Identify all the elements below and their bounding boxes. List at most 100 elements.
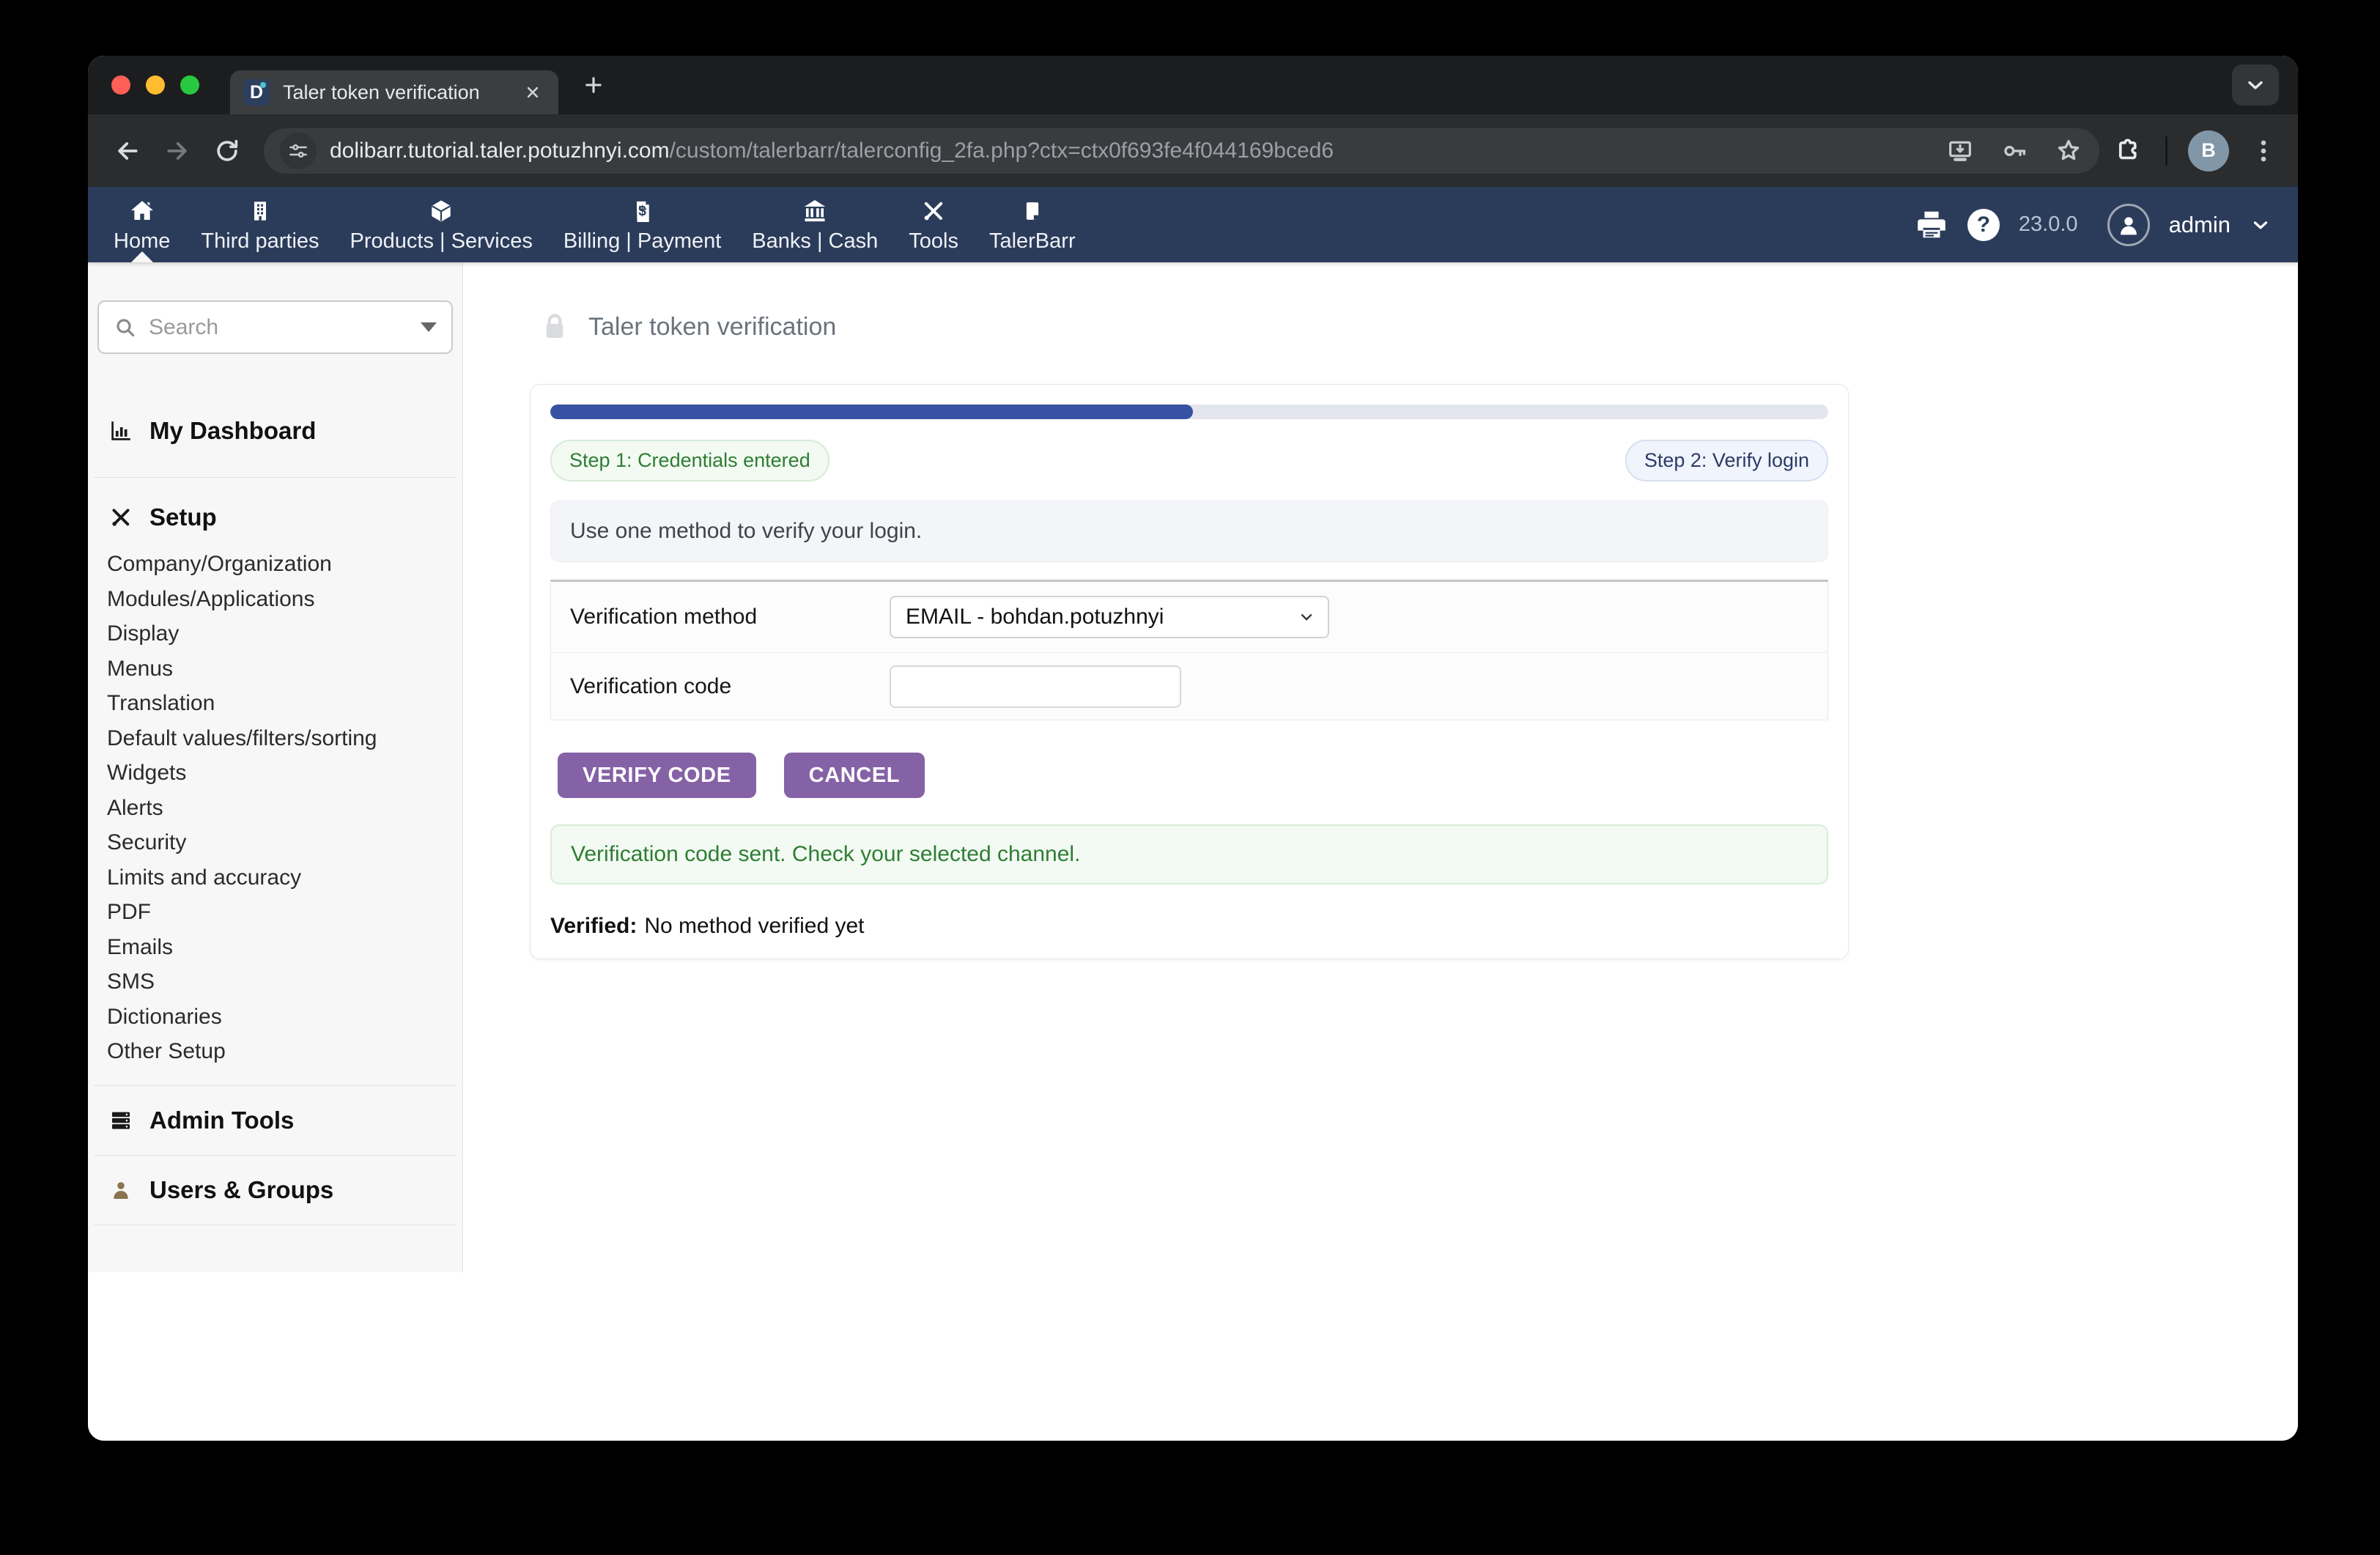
building-icon xyxy=(248,196,272,224)
verification-code-input[interactable] xyxy=(890,665,1181,708)
success-notice: Verification code sent. Check your selec… xyxy=(550,824,1828,884)
reload-button[interactable] xyxy=(208,132,246,170)
topnav-talerbarr[interactable]: TalerBarr xyxy=(974,187,1091,262)
dolibarr-top-menu: Home Third parties Products | Services $… xyxy=(88,187,2298,262)
extensions-puzzle-icon[interactable] xyxy=(2114,136,2145,166)
bank-icon xyxy=(802,196,828,224)
sidebar-item-setup[interactable]: Setup xyxy=(88,495,462,539)
left-menu-sidebar: My Dashboard Setup Company/Organization … xyxy=(88,262,463,1272)
user-avatar-icon[interactable] xyxy=(2107,204,2150,246)
search-icon xyxy=(114,316,137,339)
install-app-icon[interactable] xyxy=(1945,136,1975,166)
cancel-button[interactable]: CANCEL xyxy=(784,753,925,798)
table-row: Verification code xyxy=(551,652,1828,720)
tab-search-chevron-icon[interactable] xyxy=(2232,64,2279,106)
verification-method-select[interactable]: EMAIL - bohdan.potuzhnyi xyxy=(890,596,1329,638)
sidebar-item-company-organization[interactable]: Company/Organization xyxy=(88,547,462,582)
toolbar-separator xyxy=(2165,136,2168,166)
new-tab-button[interactable] xyxy=(577,69,610,101)
sidebar-item-security[interactable]: Security xyxy=(88,825,462,860)
sidebar-item-other-setup[interactable]: Other Setup xyxy=(88,1034,462,1069)
verification-card: Step 1: Credentials entered Step 2: Veri… xyxy=(530,384,1849,959)
sidebar-item-admin-tools[interactable]: Admin Tools xyxy=(88,1099,462,1142)
sidebar-search[interactable] xyxy=(97,300,453,354)
forward-button[interactable] xyxy=(158,132,196,170)
table-row: Verification method EMAIL - bohdan.potuz… xyxy=(551,582,1828,652)
topnav-home[interactable]: Home xyxy=(98,187,185,262)
sidebar-item-widgets[interactable]: Widgets xyxy=(88,756,462,791)
minimize-window-button[interactable] xyxy=(146,75,165,95)
sidebar-item-translation[interactable]: Translation xyxy=(88,686,462,721)
sidebar-item-limits-accuracy[interactable]: Limits and accuracy xyxy=(88,860,462,895)
bookmark-star-icon[interactable] xyxy=(2054,136,2083,166)
topnav-billing-payment[interactable]: $ Billing | Payment xyxy=(548,187,736,262)
help-icon[interactable]: ? xyxy=(1967,209,2000,241)
version-label: 23.0.0 xyxy=(2019,213,2078,237)
url-text: dolibarr.tutorial.taler.potuzhnyi.com/cu… xyxy=(330,138,1931,163)
zoom-window-button[interactable] xyxy=(180,75,199,95)
user-menu[interactable]: admin xyxy=(2169,212,2231,238)
sidebar-item-menus[interactable]: Menus xyxy=(88,651,462,687)
verified-label: Verified: xyxy=(550,914,637,938)
browser-window: D Taler token verification do xyxy=(88,56,2298,1441)
step2-badge: Step 2: Verify login xyxy=(1625,440,1828,481)
topnav-products-services[interactable]: Products | Services xyxy=(335,187,548,262)
tools-icon xyxy=(921,196,946,224)
server-stack-icon xyxy=(108,1108,133,1133)
verification-method-label: Verification method xyxy=(570,605,890,629)
print-icon[interactable] xyxy=(1915,208,1948,242)
home-icon xyxy=(129,196,155,224)
close-window-button[interactable] xyxy=(111,75,130,95)
browser-tab[interactable]: D Taler token verification xyxy=(230,70,558,114)
verified-status: Verified: No method verified yet xyxy=(550,914,1828,939)
instruction-box: Use one method to verify your login. xyxy=(550,501,1828,562)
progress-bar xyxy=(550,405,1828,419)
tab-title: Taler token verification xyxy=(283,81,520,104)
setup-tools-icon xyxy=(108,506,133,529)
dolibarr-favicon-icon: D xyxy=(243,79,270,106)
browser-toolbar: dolibarr.tutorial.taler.potuzhnyi.com/cu… xyxy=(88,114,2298,187)
select-chevron-icon xyxy=(1297,607,1316,627)
sidebar-divider xyxy=(94,1085,457,1086)
sidebar-item-display[interactable]: Display xyxy=(88,616,462,651)
progress-bar-fill xyxy=(550,405,1193,419)
sidebar-item-emails[interactable]: Emails xyxy=(88,930,462,965)
cube-icon xyxy=(429,196,454,224)
sidebar-item-sms[interactable]: SMS xyxy=(88,964,462,1000)
person-icon xyxy=(108,1178,133,1202)
address-bar[interactable]: dolibarr.tutorial.taler.potuzhnyi.com/cu… xyxy=(264,128,2099,174)
user-menu-chevron-icon[interactable] xyxy=(2250,214,2272,236)
sidebar-item-users-groups[interactable]: Users & Groups xyxy=(88,1169,462,1211)
verify-code-button[interactable]: VERIFY CODE xyxy=(558,753,756,798)
back-button[interactable] xyxy=(108,132,147,170)
topnav-banks-cash[interactable]: Banks | Cash xyxy=(736,187,893,262)
sidebar-divider xyxy=(94,477,457,478)
profile-avatar[interactable]: B xyxy=(2188,130,2229,171)
dashboard-chart-icon xyxy=(108,418,133,443)
search-dropdown-caret-icon[interactable] xyxy=(421,322,437,332)
sidebar-item-alerts[interactable]: Alerts xyxy=(88,791,462,826)
verification-form-table: Verification method EMAIL - bohdan.potuz… xyxy=(550,580,1828,720)
topnav-tools[interactable]: Tools xyxy=(893,187,974,262)
lock-icon xyxy=(540,311,569,343)
sidebar-item-modules-applications[interactable]: Modules/Applications xyxy=(88,582,462,617)
verified-value: No method verified yet xyxy=(644,914,864,938)
topnav-third-parties[interactable]: Third parties xyxy=(185,187,334,262)
tab-strip: D Taler token verification xyxy=(88,56,2298,114)
sidebar-item-default-values[interactable]: Default values/filters/sorting xyxy=(88,721,462,756)
verification-code-label: Verification code xyxy=(570,674,890,699)
tab-close-icon[interactable] xyxy=(520,80,545,105)
site-settings-icon[interactable] xyxy=(280,133,317,169)
main-content: Taler token verification Step 1: Credent… xyxy=(463,262,2298,1441)
page-title: Taler token verification xyxy=(588,313,836,341)
step1-badge: Step 1: Credentials entered xyxy=(550,440,829,481)
traffic-lights xyxy=(111,75,199,95)
browser-menu-kebab-icon[interactable] xyxy=(2250,137,2277,165)
invoice-icon: $ xyxy=(632,196,654,224)
sidebar-item-dictionaries[interactable]: Dictionaries xyxy=(88,1000,462,1035)
sidebar-divider xyxy=(94,1155,457,1156)
password-key-icon[interactable] xyxy=(2000,136,2029,166)
sidebar-item-pdf[interactable]: PDF xyxy=(88,895,462,930)
sidebar-item-my-dashboard[interactable]: My Dashboard xyxy=(88,407,462,455)
search-input[interactable] xyxy=(149,315,421,340)
